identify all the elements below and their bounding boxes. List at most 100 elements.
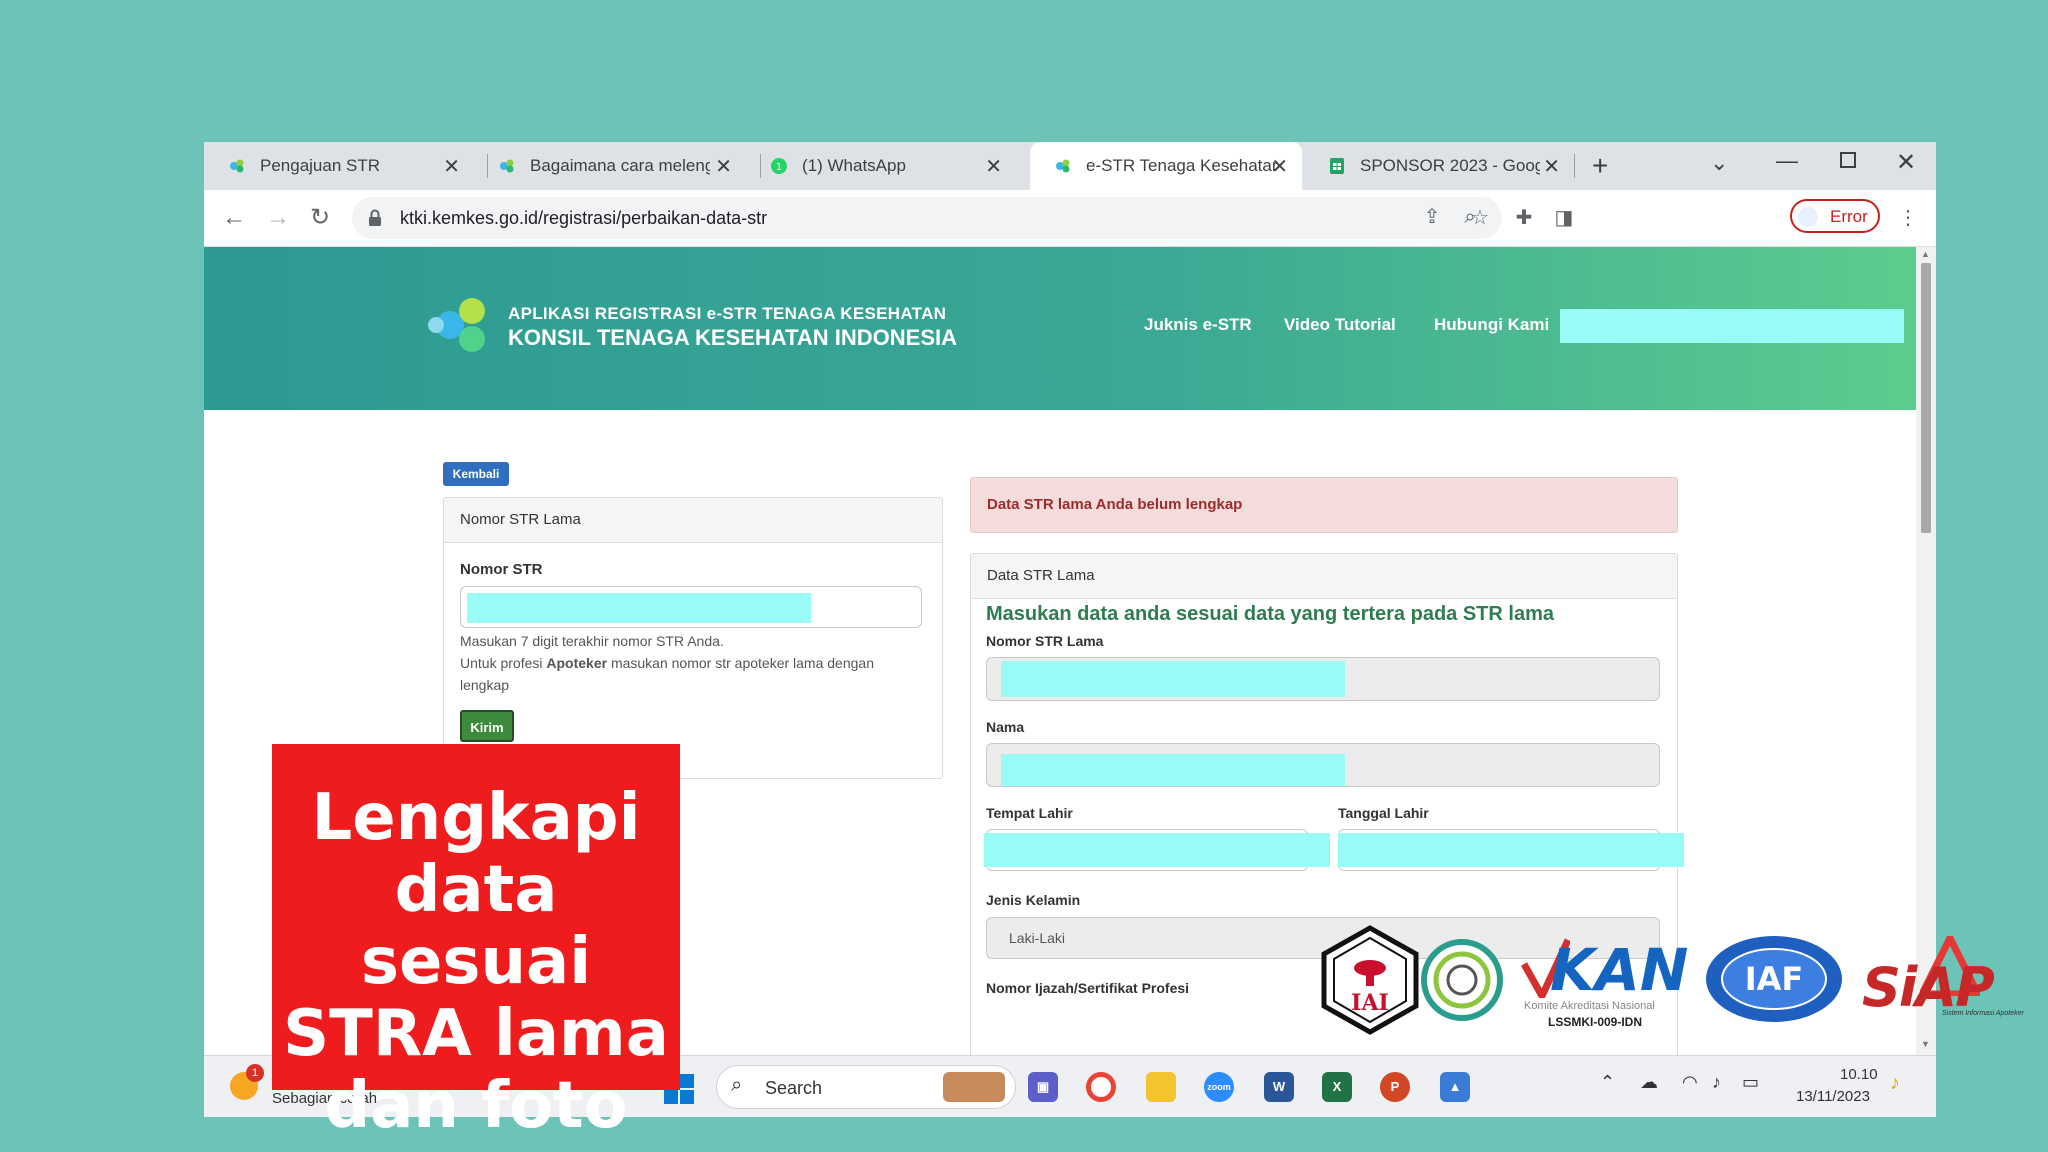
nomor-ijazah-label: Nomor Ijazah/Sertifikat Profesi — [986, 980, 1190, 996]
nomor-str-lama-field[interactable] — [986, 657, 1660, 701]
iai-text: IAI — [1351, 990, 1389, 1016]
tab-search-chevron-icon[interactable]: ⌄ — [1710, 150, 1728, 176]
iaf-logo: IAF — [1706, 936, 1842, 1022]
close-tab-icon[interactable]: ✕ — [715, 154, 732, 179]
caption-line: Lengkapi — [311, 781, 641, 855]
redacted-value — [1001, 754, 1345, 786]
photos-icon[interactable]: ▲ — [1440, 1072, 1470, 1102]
volume-icon[interactable]: ♪ — [1712, 1072, 1721, 1093]
nomor-str-input[interactable] — [460, 586, 922, 628]
file-explorer-icon[interactable] — [1146, 1072, 1176, 1102]
page-scrollbar[interactable]: ▲ ▼ — [1916, 247, 1936, 1055]
tray-chevron-icon[interactable]: ⌃ — [1600, 1072, 1615, 1093]
profile-status: Error — [1830, 207, 1868, 226]
kan-logo: KAN Komite Akreditasi Nasional LSSMKI-00… — [1520, 936, 1690, 1029]
caption-text: Lengkapi data sesuai STRA lama dan foto — [272, 782, 680, 1142]
tanggal-lahir-label: Tanggal Lahir — [1338, 805, 1429, 821]
jenis-kelamin-label: Jenis Kelamin — [986, 892, 1081, 908]
redacted-value — [467, 593, 811, 623]
wifi-icon[interactable]: ◠ — [1682, 1072, 1698, 1093]
nomor-str-label: Nomor STR — [460, 561, 543, 578]
help-line: lengkap — [460, 677, 510, 693]
panel-title: Data STR Lama — [987, 567, 1095, 584]
close-tab-icon[interactable]: ✕ — [1543, 154, 1560, 179]
forward-arrow-icon[interactable]: → — [262, 202, 294, 234]
kan-subtitle: Komite Akreditasi Nasional — [1524, 1000, 1655, 1012]
close-tab-icon[interactable]: ✕ — [985, 154, 1002, 179]
error-alert: Data STR lama Anda belum lengkap — [970, 477, 1678, 533]
url-text: ktki.kemkes.go.id/registrasi/perbaikan-d… — [400, 208, 768, 228]
alert-text: Data STR lama Anda belum lengkap — [987, 496, 1243, 513]
excel-icon[interactable]: X — [1322, 1072, 1352, 1102]
iai-logo: IAI — [1321, 925, 1419, 1035]
powerpoint-icon[interactable]: P — [1380, 1072, 1410, 1102]
tab-whatsapp[interactable]: 1 (1) WhatsApp ✕ — [746, 142, 1016, 190]
search-icon: ⌕ — [731, 1074, 743, 1096]
close-tab-icon[interactable]: ✕ — [1271, 154, 1288, 179]
back-button[interactable]: Kembali — [443, 462, 509, 486]
battery-icon[interactable]: ▭ — [1742, 1072, 1759, 1093]
form-heading: Masukan data anda sesuai data yang terte… — [986, 603, 1554, 625]
tab-title: (1) WhatsApp — [802, 156, 906, 175]
new-tab-button[interactable]: + — [1592, 150, 1608, 182]
kemkes-favicon-icon — [230, 159, 244, 173]
scroll-up-icon[interactable]: ▲ — [1921, 249, 1930, 259]
clock-time[interactable]: 10.10 — [1840, 1066, 1878, 1083]
nav-video-tutorial[interactable]: Video Tutorial — [1284, 315, 1396, 335]
chrome-icon[interactable] — [1086, 1072, 1116, 1102]
siap-logo: SiAP Sistem Informasi Apoteker — [1860, 936, 2024, 1026]
kebab-menu-icon[interactable]: ⋮ — [1894, 204, 1922, 232]
clock-date[interactable]: 13/11/2023 — [1796, 1088, 1870, 1105]
site-header: APLIKASI REGISTRASI e-STR TENAGA KESEHAT… — [204, 247, 1916, 410]
minimize-icon[interactable]: — — [1776, 148, 1798, 174]
zoom-app-icon[interactable]: zoom — [1204, 1072, 1234, 1102]
nomor-str-panel: Nomor STR Lama Nomor STR Masukan 7 digit… — [443, 497, 943, 779]
help-line: Masukan 7 digit terakhir nomor STR Anda. — [460, 633, 724, 649]
brand-subtitle: APLIKASI REGISTRASI e-STR TENAGA KESEHAT… — [508, 304, 947, 323]
certification-seal-logo — [1421, 939, 1503, 1021]
teams-icon[interactable]: ▣ — [1028, 1072, 1058, 1102]
reload-icon[interactable]: ↻ — [304, 202, 336, 234]
help-suffix: masukan nomor str apoteker lama dengan — [607, 655, 874, 671]
back-arrow-icon[interactable]: ← — [218, 202, 250, 234]
search-highlight-image — [943, 1072, 1005, 1102]
word-icon[interactable]: W — [1264, 1072, 1294, 1102]
omnibox[interactable]: ktki.kemkes.go.id/registrasi/perbaikan-d… — [352, 197, 1502, 239]
avatar — [1798, 207, 1818, 227]
close-tab-icon[interactable]: ✕ — [443, 154, 460, 179]
svg-text:1: 1 — [776, 162, 782, 173]
share-icon[interactable]: ⇪ — [1418, 203, 1446, 231]
tab-sponsor[interactable]: SPONSOR 2023 - Google ✕ — [1304, 142, 1574, 190]
tab-title: Bagaimana cara melengk — [530, 156, 710, 175]
help-line: Untuk profesi Apoteker masukan nomor str… — [460, 652, 930, 674]
caption-line: data sesuai — [360, 853, 592, 999]
nav-hubungi-kami[interactable]: Hubungi Kami — [1434, 315, 1549, 335]
kirim-button[interactable]: Kirim — [460, 710, 514, 742]
panel-header: Nomor STR Lama — [444, 498, 942, 543]
caption-line: STRA lama — [283, 997, 669, 1071]
onedrive-icon[interactable]: ☁ — [1640, 1072, 1658, 1093]
tab-pengajuan-str[interactable]: Pengajuan STR ✕ — [204, 142, 474, 190]
redacted-value — [1001, 661, 1345, 697]
brand-title: KONSIL TENAGA KESEHATAN INDONESIA — [508, 325, 957, 350]
scroll-down-icon[interactable]: ▼ — [1921, 1039, 1930, 1049]
nav-juknis[interactable]: Juknis e-STR — [1144, 315, 1252, 335]
tab-title: SPONSOR 2023 - Google — [1360, 156, 1540, 175]
close-window-icon[interactable]: ✕ — [1896, 148, 1916, 177]
extensions-icon[interactable]: ✚ — [1510, 204, 1538, 232]
kemkes-favicon-icon — [500, 159, 514, 173]
caption-overlay: Lengkapi data sesuai STRA lama dan foto — [272, 744, 680, 1142]
lock-icon — [369, 209, 381, 226]
nama-field[interactable] — [986, 743, 1660, 787]
star-icon[interactable]: ☆ — [1466, 204, 1494, 232]
notification-bell-icon[interactable]: ♪ — [1890, 1072, 1900, 1095]
caption-line: dan foto — [324, 1069, 628, 1143]
tab-estr-active[interactable]: e-STR Tenaga Kesehatan ✕ — [1030, 142, 1302, 190]
profile-error-chip[interactable]: Error — [1790, 199, 1880, 233]
taskbar-search[interactable]: ⌕ Search — [716, 1065, 1016, 1109]
tab-bagaimana[interactable]: Bagaimana cara melengk ✕ — [474, 142, 746, 190]
scroll-thumb[interactable] — [1921, 263, 1931, 533]
side-panel-icon[interactable]: ◨ — [1550, 204, 1578, 232]
redacted-user-menu — [1560, 309, 1904, 343]
restore-icon[interactable] — [1840, 152, 1856, 168]
